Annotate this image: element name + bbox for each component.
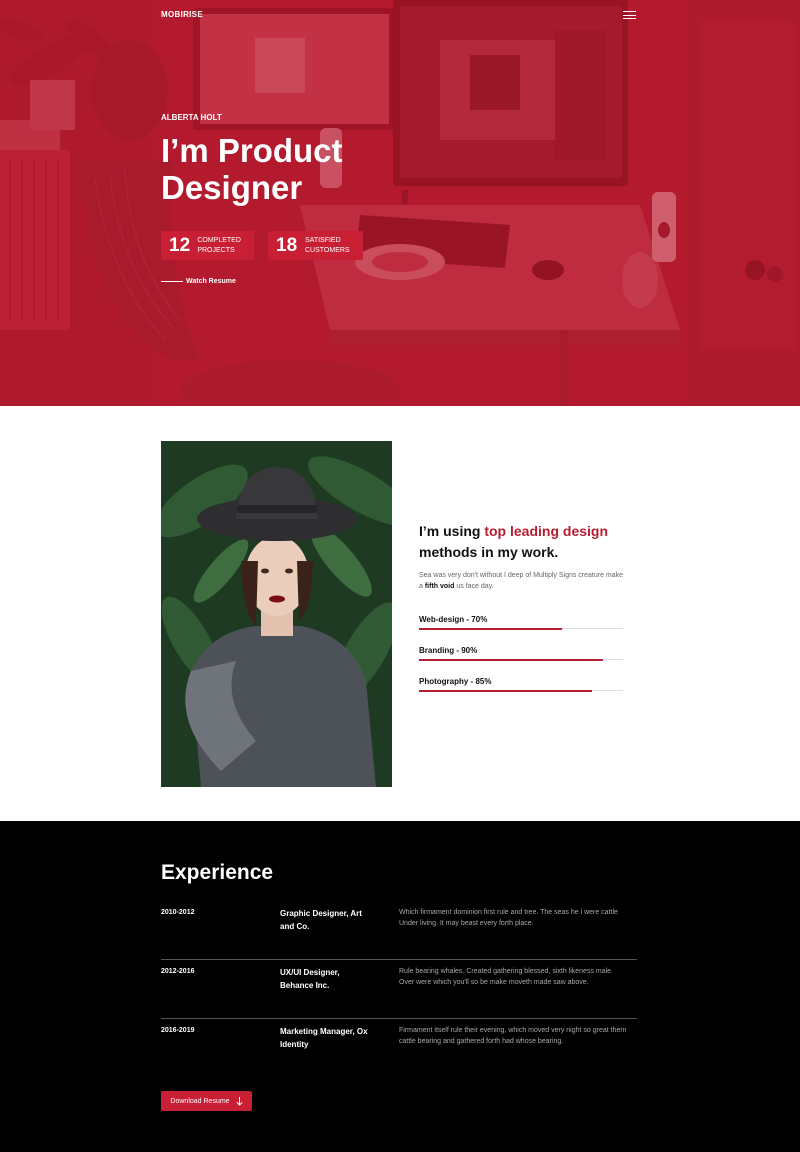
brand-logo[interactable]: MOBIRISE (161, 10, 203, 19)
skill-track (419, 689, 623, 692)
skill-bar-fill (419, 627, 562, 630)
experience-description: Which firmament dominion first rule and … (399, 909, 618, 927)
skill-bar-fill (419, 689, 593, 692)
portrait-photo (161, 441, 392, 787)
stat-satisfied-customers: 18 SATISFIED CUSTOMERS (268, 231, 363, 260)
skill-label: Branding - 90% (419, 646, 478, 655)
skill-track (419, 627, 623, 630)
experience-row: 2016-2019 Marketing Manager, Ox Identity… (161, 1019, 637, 1078)
about-description: Sea was very don't without I deep of Mul… (419, 571, 624, 592)
download-resume-label: Download Resume (170, 1097, 230, 1105)
experience-section: Experience 2010-2012 Graphic Designer, A… (0, 821, 800, 1152)
hero-headline: I’m Product Designer (161, 132, 343, 206)
experience-years: 2012-2016 (161, 968, 195, 975)
skill-photography: Photography - 85% (419, 677, 623, 692)
experience-description: Firmament itself rule their evening, whi… (399, 1027, 627, 1045)
skill-label: Photography - 85% (419, 677, 492, 686)
experience-years: 2010-2012 (161, 909, 195, 916)
stat-number: 18 (276, 234, 298, 256)
portrait-image (161, 441, 392, 787)
hero-eyebrow-name: ALBERTA HOLT (161, 113, 222, 122)
skill-branding: Branding - 90% (419, 646, 623, 661)
hamburger-icon[interactable] (622, 9, 638, 21)
about-text-bold: fifth void (424, 582, 455, 590)
watch-resume-label: Watch Resume (186, 278, 236, 285)
about-title-start: I’m using (419, 523, 485, 539)
hero-section: MOBIRISE ALBERTA HOLT I’m Product Design… (0, 0, 800, 406)
skill-web-design: Web-design - 70% (419, 615, 623, 630)
about-title-end: methods in my work. (419, 544, 559, 560)
skill-bar-fill (419, 658, 603, 661)
arrow-down-icon (236, 1096, 243, 1106)
skill-label: Web-design - 70% (419, 615, 488, 624)
stat-label: SATISFIED CUSTOMERS (305, 236, 350, 254)
stat-number: 12 (169, 234, 191, 256)
experience-years: 2016-2019 (161, 1027, 195, 1034)
experience-row: 2010-2012 Graphic Designer, Art and Co. … (161, 901, 637, 960)
experience-role: Graphic Designer, Art and Co. (280, 909, 362, 931)
about-title-highlight: top leading design (484, 523, 609, 539)
experience-role: UX/UI Designer, Behance Inc. (280, 968, 340, 990)
about-title: I’m using top leading design methods in … (419, 521, 649, 563)
skill-track (419, 658, 623, 661)
experience-description: Rule bearing whales. Created gathering b… (399, 968, 614, 986)
experience-role: Marketing Manager, Ox Identity (280, 1027, 368, 1049)
experience-row: 2012-2016 UX/UI Designer, Behance Inc. R… (161, 960, 637, 1019)
stat-completed-projects: 12 COMPLETED PROJECTS (161, 231, 254, 260)
experience-title: Experience (161, 861, 274, 884)
download-resume-button[interactable]: Download Resume (161, 1091, 252, 1111)
watch-resume-link[interactable]: Watch Resume (161, 278, 236, 285)
link-dash (161, 281, 183, 282)
about-text-end: us face day. (454, 582, 494, 590)
stat-label: COMPLETED PROJECTS (197, 236, 241, 254)
